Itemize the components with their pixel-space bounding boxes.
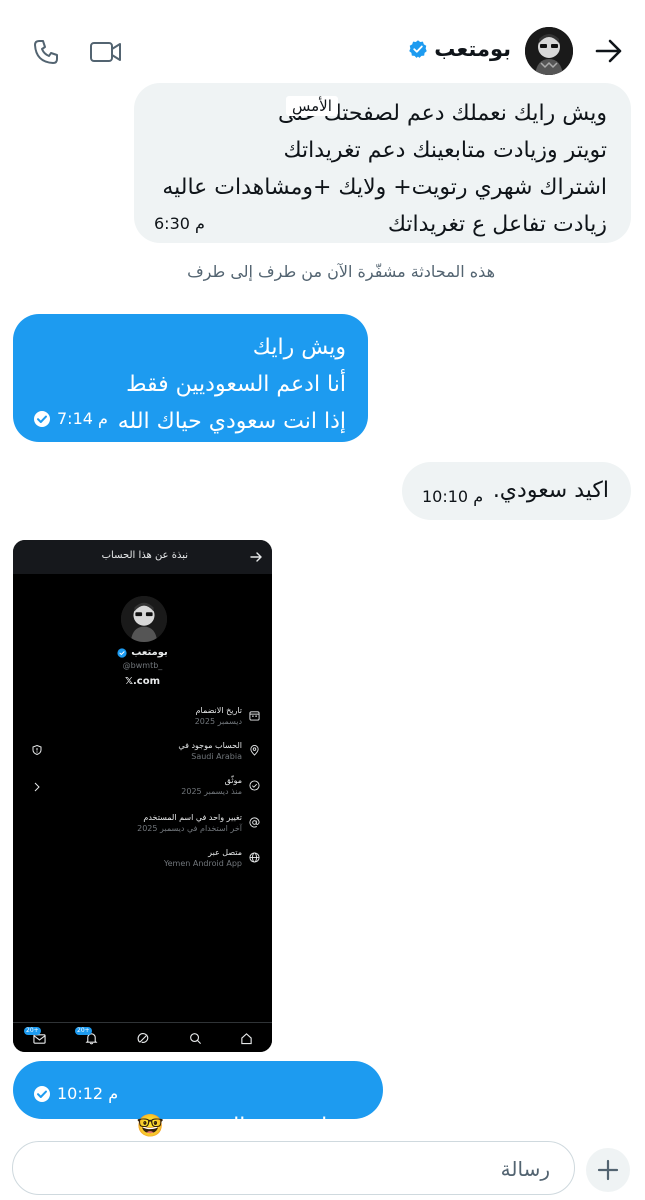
encryption-notice-text: هذه المحادثة مشفّرة الآن من طرف إلى طرف (187, 262, 495, 281)
message-bubble-incoming[interactable]: اكيد سعودي. 10:10 م (402, 462, 631, 520)
video-camera-icon[interactable] (89, 38, 123, 66)
about-row-label: موثّق (224, 776, 242, 785)
about-row-value: ديسمبر 2025 (194, 717, 242, 726)
add-attachment-button[interactable] (586, 1148, 630, 1192)
sent-check-icon (34, 1085, 50, 1102)
message-time: 10:10 م (422, 487, 484, 506)
image-attachment[interactable]: نبذة عن هذا الحساب بومتعب @bwmtb_ 𝕏.com … (13, 540, 272, 1052)
verified-check-icon (249, 780, 260, 791)
contact-name-group[interactable]: بومتعب (408, 37, 511, 61)
plus-icon (597, 1159, 619, 1181)
home-icon (241, 1033, 252, 1045)
attachment-bottom-nav: 20+ 20+ (13, 1022, 272, 1052)
encryption-notice: هذه المحادثة مشفّرة الآن من طرف إلى طرف (0, 262, 645, 281)
grok-icon (137, 1033, 149, 1043)
search-icon (190, 1033, 202, 1045)
message-input-placeholder: رسالة (500, 1157, 550, 1181)
avatar[interactable] (525, 27, 573, 75)
at-icon (249, 817, 260, 828)
attachment-name-group: بومتعب (13, 647, 272, 658)
message-text: ويش رايك نعملك دعم لصفحتك على تويتر وزيا… (162, 101, 607, 237)
verified-badge-icon (117, 647, 127, 658)
phone-icon[interactable] (32, 38, 60, 66)
arrow-right-icon (250, 552, 262, 562)
conversation-header: بومتعب (0, 0, 645, 82)
attachment-handle: @bwmtb_ (122, 661, 163, 670)
message-bubble-incoming[interactable]: ويش رايك نعملك دعم لصفحتك على تويتر وزيا… (134, 83, 631, 243)
message-time: 7:14 م (57, 409, 108, 428)
date-overlay-label: الأمس (286, 96, 338, 116)
message-text-group: وهذا وش ي السعودي🤓 (137, 1071, 361, 1145)
globe-icon (249, 852, 260, 863)
arrow-right-icon[interactable] (594, 36, 624, 66)
message-meta: 6:30 م (154, 214, 205, 233)
chevron-right-icon (34, 782, 40, 792)
about-row-label: متصل عبر (208, 848, 242, 857)
attachment-name: بومتعب (131, 647, 168, 658)
message-meta: 10:12 م (33, 1084, 118, 1103)
about-row-value: Yemen Android App (163, 859, 242, 868)
avatar-image (525, 27, 573, 75)
message-text: وهذا وش ي السعودي (163, 1114, 361, 1139)
about-row-label: الحساب موجود في (178, 741, 242, 750)
nerd-face-emoji: 🤓 (136, 1114, 164, 1139)
contact-name: بومتعب (434, 37, 511, 61)
avatar-image (121, 596, 167, 642)
location-icon (250, 745, 259, 756)
attachment-title: نبذة عن هذا الحساب (101, 550, 188, 561)
notif-badge: 20+ (75, 1027, 92, 1035)
message-meta: 10:10 م (422, 487, 483, 506)
sent-check-icon (34, 410, 50, 427)
message-meta: 7:14 م (33, 409, 108, 428)
message-input[interactable]: رسالة (12, 1141, 575, 1195)
message-time: 10:12 م (57, 1084, 119, 1103)
calendar-icon (249, 711, 260, 721)
message-text: اكيد سعودي. (492, 478, 609, 503)
message-bubble-outgoing[interactable]: وهذا وش ي السعودي🤓 10:12 م (13, 1061, 383, 1139)
mail-badge: 20+ (24, 1027, 41, 1035)
shield-alert-icon (32, 745, 42, 755)
attachment-topbar: نبذة عن هذا الحساب (13, 540, 272, 574)
avatar (121, 596, 167, 642)
about-row-value: منذ ديسمبر 2025 (181, 787, 242, 796)
about-row-label: تاريخ الانضمام (195, 706, 242, 715)
about-row-value: آخر استخدام في ديسمبر 2025 (137, 824, 242, 833)
attachment-site: 𝕏.com (124, 676, 161, 687)
message-bubble-outgoing[interactable]: ويش رايك أنا ادعم السعوديين فقط إذا انت … (13, 314, 368, 442)
verified-badge-icon (409, 40, 428, 58)
message-time: 6:30 م (154, 214, 205, 233)
about-row-label: تغيير واحد في اسم المستخدم (143, 813, 242, 822)
about-row-value: Saudi Arabia (191, 752, 242, 761)
